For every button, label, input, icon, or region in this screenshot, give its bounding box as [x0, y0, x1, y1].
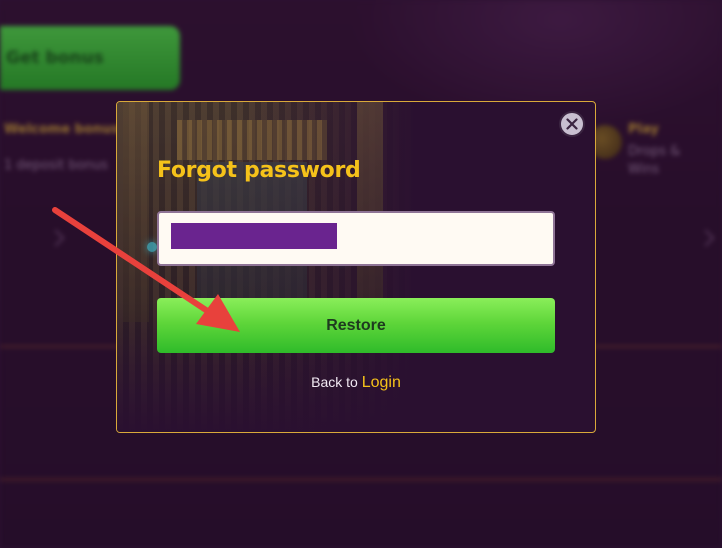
- back-to-text: Back to: [311, 374, 362, 390]
- email-field-wrapper: [157, 211, 555, 266]
- temple-pillar: [123, 102, 149, 322]
- email-field[interactable]: [159, 213, 553, 264]
- modal-title: Forgot password: [157, 158, 361, 183]
- login-link[interactable]: Login: [362, 374, 401, 391]
- back-to-login-row: Back to Login: [117, 374, 595, 392]
- temple-lintel: [177, 120, 327, 160]
- forgot-password-modal: Forgot password Restore Back to Login: [116, 101, 596, 433]
- restore-button[interactable]: Restore: [157, 298, 555, 353]
- close-icon: [566, 118, 578, 130]
- close-button[interactable]: [559, 111, 585, 137]
- temple-gem: [147, 242, 157, 252]
